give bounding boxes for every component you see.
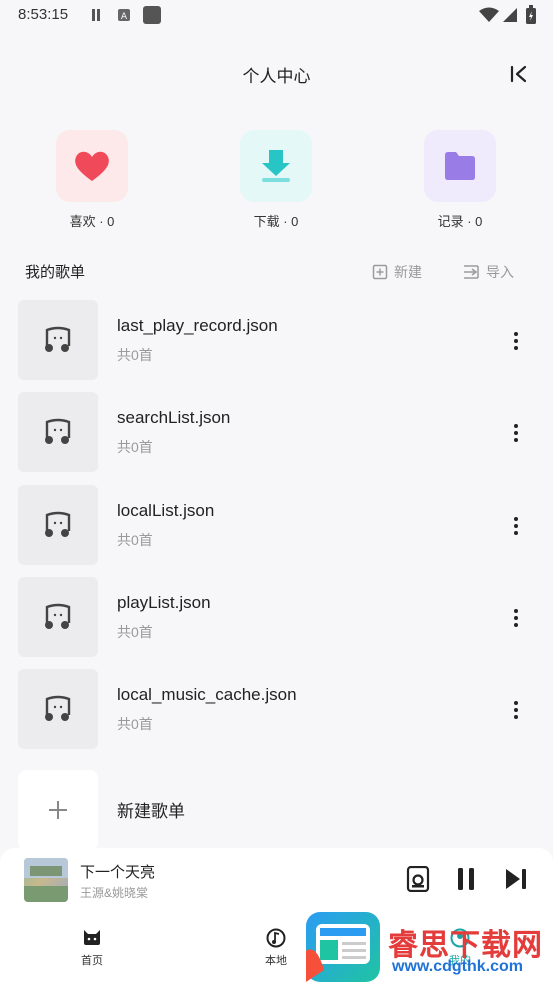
collapse-left-icon (510, 65, 527, 83)
playlist-count: 共0首 (117, 624, 153, 640)
status-bar: 8:53:15 A (0, 0, 553, 32)
folder-icon (445, 152, 475, 180)
playlist-count: 共0首 (117, 532, 153, 548)
playlist-item[interactable]: playList.json 共0首 (0, 577, 553, 659)
skip-next-icon (506, 869, 526, 889)
playlist-count: 共0首 (117, 716, 153, 732)
square-status-icon (143, 6, 161, 29)
music-cat-icon (45, 326, 71, 352)
playlist-name: last_play_record.json (117, 316, 278, 335)
playlist-cover (18, 669, 98, 749)
pause-button[interactable] (456, 867, 476, 896)
music-cat-icon (45, 603, 71, 629)
app-status-icon: A (117, 8, 131, 27)
import-icon (464, 265, 479, 279)
cat-icon (84, 930, 100, 945)
downloads-label: 下载 · 0 (253, 214, 299, 229)
favorites-tile[interactable] (56, 130, 128, 202)
nav-local-label: 本地 (265, 955, 287, 967)
music-cat-icon (45, 418, 71, 444)
download-icon (262, 150, 290, 182)
add-playlist-button[interactable] (18, 770, 98, 850)
song-artist: 王源&姚晓棠 (80, 886, 149, 900)
music-note-icon (266, 928, 286, 948)
favorites-label: 喜欢 · 0 (69, 214, 115, 229)
nav-home-label: 首页 (81, 955, 103, 967)
my-playlists-heading: 我的歌单 (25, 264, 86, 281)
new-playlist-label: 新建 (394, 264, 422, 280)
nav-home[interactable]: 首页 (62, 928, 122, 968)
playlist-name: localList.json (117, 501, 215, 520)
playlist-name: playList.json (117, 593, 211, 612)
playlist-item[interactable]: local_music_cache.json 共0首 (0, 669, 553, 751)
page-title: 个人中心 (242, 67, 311, 86)
import-button[interactable]: 导入 (462, 262, 514, 282)
svg-text:A: A (121, 12, 128, 22)
playlist-item[interactable]: localList.json 共0首 (0, 485, 553, 567)
more-options-icon[interactable] (503, 326, 529, 356)
lyrics-button[interactable] (406, 865, 430, 897)
song-title: 下一个天亮 (80, 864, 156, 881)
playlist-count: 共0首 (117, 347, 153, 363)
add-playlist-label[interactable]: 新建歌单 (117, 797, 185, 822)
status-time: 8:53:15 (18, 6, 69, 23)
more-options-icon[interactable] (503, 418, 529, 448)
album-art (24, 858, 68, 902)
playlist-cover (18, 300, 98, 380)
heart-icon (75, 151, 109, 181)
music-cat-icon (45, 511, 71, 537)
plus-icon (49, 801, 67, 819)
pause-status-icon (90, 8, 102, 27)
add-box-icon (372, 264, 388, 280)
new-playlist-button[interactable]: 新建 (372, 262, 422, 282)
downloads-tile[interactable] (240, 130, 312, 202)
playlist-item[interactable]: last_play_record.json 共0首 (0, 300, 553, 382)
music-cat-icon (45, 695, 71, 721)
nav-local[interactable]: 本地 (246, 928, 306, 968)
pause-icon (458, 868, 474, 890)
playlist-cover (18, 485, 98, 565)
more-options-icon[interactable] (503, 695, 529, 725)
next-button[interactable] (504, 867, 528, 896)
import-label: 导入 (486, 264, 514, 280)
speaker-icon (406, 865, 430, 893)
signal-icon (502, 7, 518, 28)
wifi-icon (479, 7, 499, 28)
battery-icon (526, 5, 536, 30)
watermark-logo (304, 912, 380, 982)
playlist-name: searchList.json (117, 408, 231, 427)
history-label: 记录 · 0 (437, 214, 483, 229)
mini-player[interactable]: 下一个天亮 王源&姚晓棠 (0, 848, 553, 912)
collapse-button[interactable] (505, 60, 533, 88)
history-tile[interactable] (424, 130, 496, 202)
playlist-name: local_music_cache.json (117, 685, 297, 704)
playlist-cover (18, 577, 98, 657)
playlist-cover (18, 392, 98, 472)
playlist-item[interactable]: searchList.json 共0首 (0, 392, 553, 474)
more-options-icon[interactable] (503, 603, 529, 633)
more-options-icon[interactable] (503, 511, 529, 541)
watermark-url: www.cdgthk.com (392, 958, 523, 975)
playlist-count: 共0首 (117, 439, 153, 455)
